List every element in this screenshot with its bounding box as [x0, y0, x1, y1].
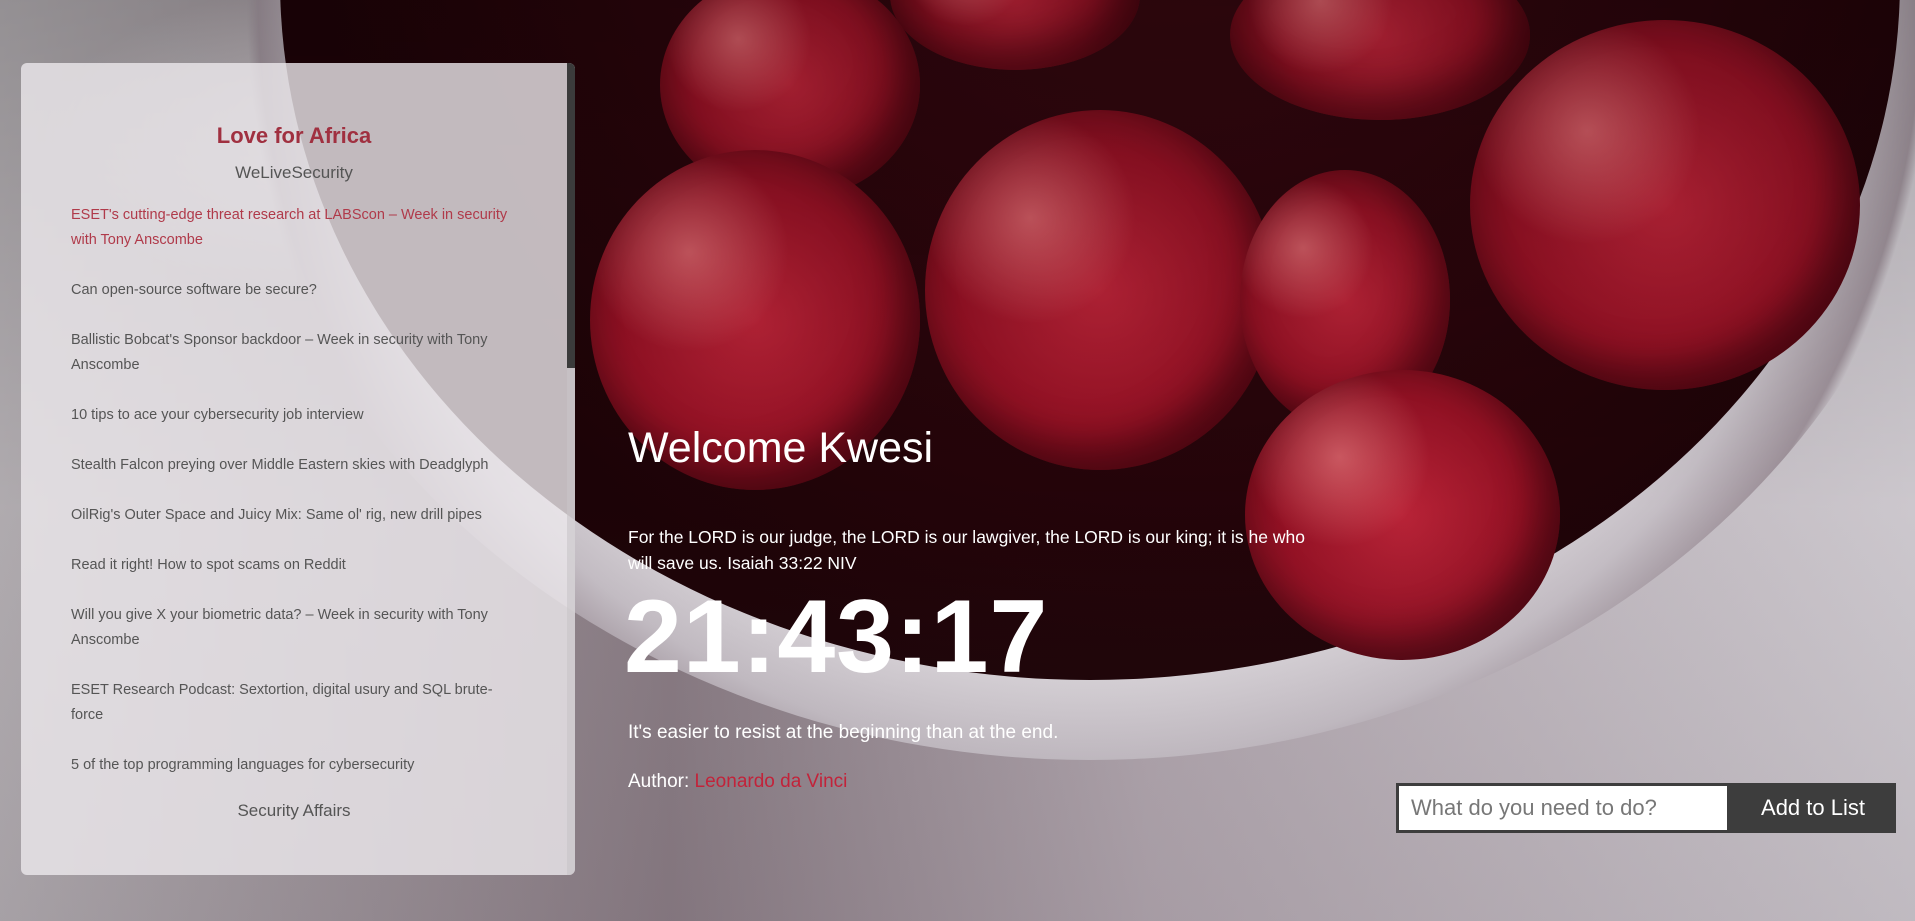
- sidebar-scrollbar[interactable]: [567, 63, 575, 875]
- bible-verse: For the LORD is our judge, the LORD is o…: [628, 527, 1305, 573]
- feed-source-title: WeLiveSecurity: [235, 163, 353, 182]
- author-link[interactable]: Leonardo da Vinci: [695, 771, 848, 792]
- feed-item[interactable]: OilRig's Outer Space and Juicy Mix: Same…: [71, 503, 517, 528]
- feed-item[interactable]: Ballistic Bobcat's Sponsor backdoor – We…: [71, 328, 517, 378]
- welcome-greeting: Welcome Kwesi: [628, 424, 934, 472]
- author-label: Author:: [628, 771, 695, 792]
- todo-form: Add to List: [1396, 783, 1896, 833]
- sidebar-scroll-area[interactable]: Love for Africa WeLiveSecurity ESET's cu…: [21, 63, 567, 875]
- feed-item[interactable]: Can open-source software be secure?: [71, 278, 517, 303]
- feed-source-title: Security Affairs: [237, 801, 351, 820]
- clock: 21:43:17: [624, 579, 1049, 695]
- feed-item[interactable]: 10 tips to ace your cybersecurity job in…: [71, 403, 517, 428]
- quote-author: Author: Leonardo da Vinci: [628, 771, 847, 793]
- quote-text: It's easier to resist at the beginning t…: [628, 722, 1059, 743]
- feed-item[interactable]: Will you give X your biometric data? – W…: [71, 603, 517, 653]
- sidebar-scrollbar-thumb[interactable]: [567, 63, 575, 368]
- add-to-list-button[interactable]: Add to List: [1730, 783, 1896, 833]
- feed-item[interactable]: Stealth Falcon preying over Middle Easte…: [71, 453, 517, 478]
- feed-item[interactable]: Read it right! How to spot scams on Redd…: [71, 553, 517, 578]
- sidebar-title: Love for Africa: [216, 123, 372, 148]
- feed-item[interactable]: 5 of the top programming languages for c…: [71, 753, 517, 778]
- feed-item[interactable]: ESET Research Podcast: Sextortion, digit…: [71, 678, 517, 728]
- feed-item[interactable]: ESET's cutting-edge threat research at L…: [71, 203, 517, 253]
- news-sidebar[interactable]: Love for Africa WeLiveSecurity ESET's cu…: [21, 63, 575, 875]
- todo-input[interactable]: [1396, 783, 1730, 833]
- feed-item-list: ESET's cutting-edge threat research at L…: [71, 203, 517, 778]
